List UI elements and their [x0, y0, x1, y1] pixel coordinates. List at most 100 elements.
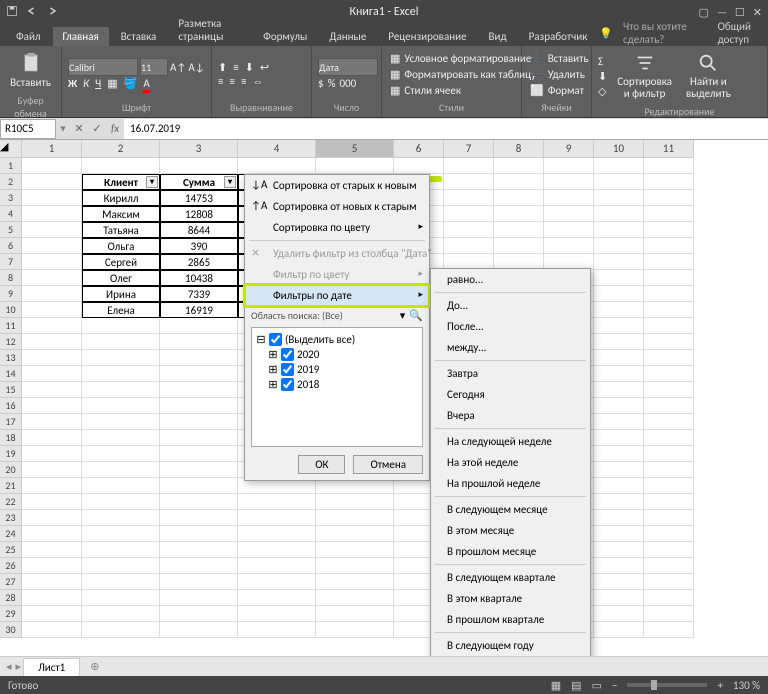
tab-insert[interactable]: Вставка	[111, 27, 167, 46]
cell[interactable]	[644, 286, 694, 302]
table-cell[interactable]: 2865	[160, 254, 238, 270]
row-header[interactable]: 24	[0, 526, 22, 542]
cell[interactable]	[644, 254, 694, 270]
cell[interactable]	[644, 478, 694, 494]
row-header[interactable]: 1	[0, 158, 22, 174]
cell[interactable]	[22, 302, 82, 318]
cell[interactable]	[594, 494, 644, 510]
cell[interactable]	[494, 238, 544, 254]
filter-next-week[interactable]: На следующей неделе	[431, 431, 590, 452]
cell[interactable]	[82, 334, 160, 350]
search-dropdown-icon[interactable]: ▾	[400, 309, 406, 322]
sheet-tab[interactable]: Лист1	[23, 658, 80, 676]
cell[interactable]	[644, 158, 694, 174]
cell[interactable]	[594, 590, 644, 606]
tree-year[interactable]: ⊞2019	[256, 362, 418, 377]
filter-button[interactable]: ▾	[224, 176, 236, 188]
cell[interactable]	[594, 526, 644, 542]
fx-icon[interactable]: fx	[106, 122, 124, 135]
cell[interactable]	[82, 446, 160, 462]
filter-before[interactable]: До...	[431, 295, 590, 316]
cell[interactable]	[316, 494, 394, 510]
cell[interactable]	[594, 430, 644, 446]
cell[interactable]	[22, 526, 82, 542]
cell[interactable]	[394, 158, 444, 174]
paste-button[interactable]: Вставить	[6, 48, 55, 93]
align-left-icon[interactable]: ≡	[218, 75, 223, 88]
cell[interactable]	[22, 270, 82, 286]
cell[interactable]	[544, 222, 594, 238]
maximize-icon[interactable]: ☐	[735, 6, 745, 19]
cell[interactable]	[644, 398, 694, 414]
row-header[interactable]: 19	[0, 446, 22, 462]
filter-next-quarter[interactable]: В следующем квартале	[431, 567, 590, 588]
filter-between[interactable]: между...	[431, 337, 590, 358]
clear-icon[interactable]: ◇	[598, 85, 607, 98]
row-header[interactable]: 16	[0, 398, 22, 414]
search-icon[interactable]: 🔍	[409, 309, 423, 322]
tree-select-all[interactable]: ⊟(Выделить все)	[256, 332, 418, 347]
cell[interactable]	[82, 158, 160, 174]
cell[interactable]	[594, 222, 644, 238]
cell[interactable]	[160, 398, 238, 414]
cell[interactable]	[22, 446, 82, 462]
cell[interactable]	[544, 238, 594, 254]
number-format[interactable]	[318, 58, 378, 76]
col-header[interactable]: 11	[644, 140, 694, 158]
cell[interactable]	[594, 366, 644, 382]
row-header[interactable]: 15	[0, 382, 22, 398]
cell[interactable]	[316, 510, 394, 526]
table-cell[interactable]: Максим	[82, 206, 160, 222]
cell[interactable]	[22, 606, 82, 622]
cell[interactable]	[316, 526, 394, 542]
tab-view[interactable]: Вид	[479, 27, 517, 46]
bold-icon[interactable]: Ж	[68, 77, 77, 90]
col-header[interactable]: 7	[444, 140, 494, 158]
row-header[interactable]: 13	[0, 350, 22, 366]
cell[interactable]	[160, 318, 238, 334]
cell[interactable]	[22, 318, 82, 334]
cell[interactable]	[22, 398, 82, 414]
cell[interactable]	[82, 622, 160, 638]
cell[interactable]	[238, 590, 316, 606]
cell[interactable]	[82, 494, 160, 510]
cell[interactable]	[82, 590, 160, 606]
cell[interactable]	[594, 478, 644, 494]
fill-color-icon[interactable]: 🪣	[124, 77, 138, 90]
cell[interactable]	[160, 590, 238, 606]
cell[interactable]	[644, 430, 694, 446]
sort-filter-button[interactable]: Сортировка и фильтр	[613, 48, 676, 104]
cell[interactable]	[160, 526, 238, 542]
redo-icon[interactable]	[46, 5, 58, 20]
cell[interactable]	[594, 622, 644, 638]
col-header[interactable]: 6	[394, 140, 444, 158]
zoom-level[interactable]: 130 %	[733, 679, 760, 692]
row-header[interactable]: 12	[0, 334, 22, 350]
cell[interactable]	[82, 382, 160, 398]
sheet-nav-next-icon[interactable]: ▸	[16, 660, 22, 673]
cell[interactable]	[594, 350, 644, 366]
cell[interactable]	[494, 158, 544, 174]
align-center-icon[interactable]: ≡	[229, 75, 234, 88]
cell[interactable]	[644, 622, 694, 638]
tab-review[interactable]: Рецензирование	[378, 27, 476, 46]
cell[interactable]	[160, 158, 238, 174]
row-header[interactable]: 14	[0, 366, 22, 382]
zoom-in-icon[interactable]: +	[717, 679, 722, 692]
cell[interactable]	[22, 158, 82, 174]
align-right-icon[interactable]: ≡	[241, 75, 246, 88]
cell[interactable]	[316, 558, 394, 574]
align-bottom-icon[interactable]: ⬇	[245, 61, 254, 74]
delete-cells-button[interactable]: ➖Удалить	[528, 67, 585, 82]
col-header[interactable]: 8	[494, 140, 544, 158]
col-header[interactable]: 1	[22, 140, 82, 158]
ribbon-options-icon[interactable]: ▢	[699, 6, 709, 19]
currency-icon[interactable]: $	[318, 77, 324, 90]
cell[interactable]	[494, 174, 544, 190]
cell[interactable]	[82, 606, 160, 622]
cell[interactable]	[644, 382, 694, 398]
cell[interactable]	[594, 254, 644, 270]
tab-data[interactable]: Данные	[319, 27, 376, 46]
cell[interactable]	[22, 478, 82, 494]
cell[interactable]	[22, 510, 82, 526]
